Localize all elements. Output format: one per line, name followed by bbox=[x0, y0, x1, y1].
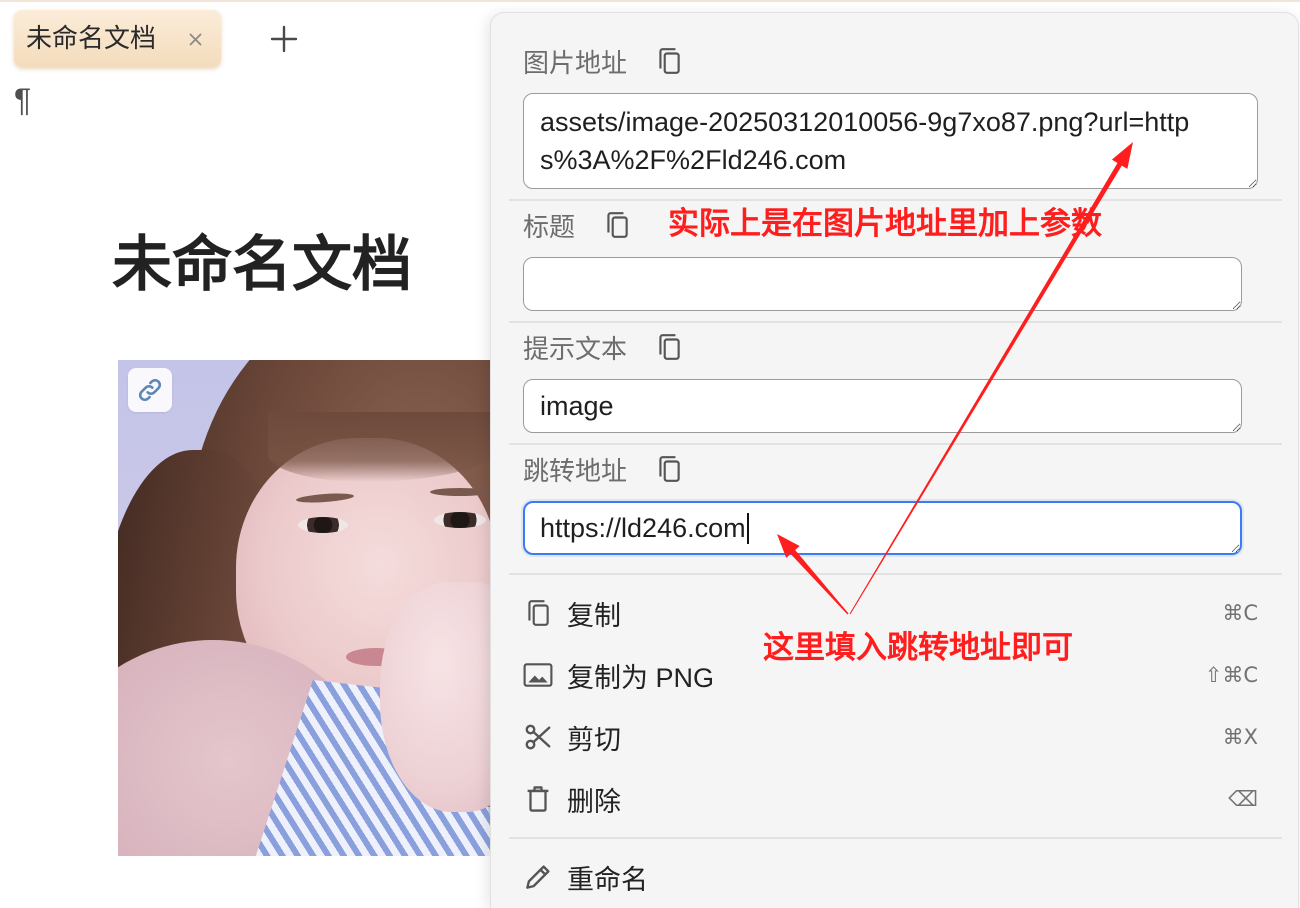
copy-image-url-button[interactable] bbox=[655, 44, 683, 78]
image-alt-label: 提示文本 bbox=[523, 333, 628, 364]
menu-item-cut[interactable]: 剪切 ⌘X bbox=[509, 706, 1282, 768]
plus-icon bbox=[270, 25, 298, 53]
trash-icon bbox=[523, 784, 553, 814]
image-title-label: 标题 bbox=[523, 211, 576, 242]
shortcut-hint: ⌘C bbox=[1222, 601, 1258, 625]
copy-icon bbox=[607, 212, 628, 238]
page-title[interactable]: 未命名文档 bbox=[112, 228, 412, 302]
divider bbox=[509, 573, 1282, 575]
text-caret bbox=[747, 513, 749, 544]
divider bbox=[509, 199, 1282, 201]
image-icon bbox=[523, 660, 553, 690]
annotation-link-note: 这里填入跳转地址即可 bbox=[763, 630, 1073, 665]
image-link-field[interactable]: https://ld246.com bbox=[523, 501, 1242, 555]
scissors-icon bbox=[523, 722, 553, 752]
shortcut-hint: ⌘X bbox=[1222, 725, 1258, 749]
copy-icon bbox=[523, 598, 553, 628]
image-url-label: 图片地址 bbox=[523, 47, 628, 78]
menu-item-label: 复制 bbox=[567, 600, 621, 631]
menu-item-delete[interactable]: 删除 ⌫ bbox=[509, 768, 1282, 830]
new-tab-button[interactable] bbox=[266, 21, 302, 57]
image-url-field[interactable]: assets/image-20250312010056-9g7xo87.png?… bbox=[523, 93, 1258, 189]
divider bbox=[509, 321, 1282, 323]
shortcut-hint: ⇧⌘C bbox=[1204, 663, 1258, 687]
divider bbox=[509, 443, 1282, 445]
menu-item-label: 重命名 bbox=[567, 864, 648, 895]
image-url-label-row: 图片地址 bbox=[523, 41, 683, 81]
copy-icon bbox=[659, 48, 680, 74]
tab-close-button[interactable] bbox=[182, 26, 208, 52]
menu-item-label: 复制为 PNG bbox=[567, 662, 715, 693]
annotation-url-note: 实际上是在图片地址里加上参数 bbox=[668, 206, 1102, 241]
divider bbox=[509, 837, 1282, 839]
tab-untitled-document[interactable]: 未命名文档 bbox=[14, 10, 221, 67]
tab-label: 未命名文档 bbox=[26, 23, 157, 53]
image-title-label-row: 标题 bbox=[523, 205, 631, 245]
close-icon bbox=[189, 33, 201, 45]
menu-item-label: 删除 bbox=[567, 786, 621, 817]
copy-icon bbox=[659, 334, 680, 360]
pencil-icon bbox=[523, 862, 553, 892]
image-link-label: 跳转地址 bbox=[523, 455, 628, 486]
window-top-strip bbox=[0, 0, 1300, 2]
image-alt-label-row: 提示文本 bbox=[523, 327, 683, 367]
paragraph-block-icon[interactable]: ¶ bbox=[14, 80, 31, 120]
photo-brow-right bbox=[430, 488, 490, 496]
image-link-badge[interactable] bbox=[128, 368, 172, 412]
copy-image-link-button[interactable] bbox=[655, 452, 683, 486]
photo-eye-left bbox=[298, 517, 348, 533]
image-link-label-row: 跳转地址 bbox=[523, 449, 683, 489]
image-title-field[interactable] bbox=[523, 257, 1242, 311]
copy-image-alt-button[interactable] bbox=[655, 330, 683, 364]
link-icon bbox=[138, 378, 162, 402]
image-context-menu: 图片地址 assets/image-20250312010056-9g7xo87… bbox=[490, 12, 1299, 908]
photo-eye-right bbox=[434, 512, 486, 528]
copy-icon bbox=[659, 456, 680, 482]
menu-item-rename[interactable]: 重命名 bbox=[509, 846, 1282, 908]
image-alt-field[interactable]: image bbox=[523, 379, 1242, 433]
image-block[interactable] bbox=[118, 360, 538, 856]
menu-item-label: 剪切 bbox=[567, 724, 621, 755]
shortcut-hint: ⌫ bbox=[1228, 787, 1258, 811]
copy-image-title-button[interactable] bbox=[603, 208, 631, 242]
